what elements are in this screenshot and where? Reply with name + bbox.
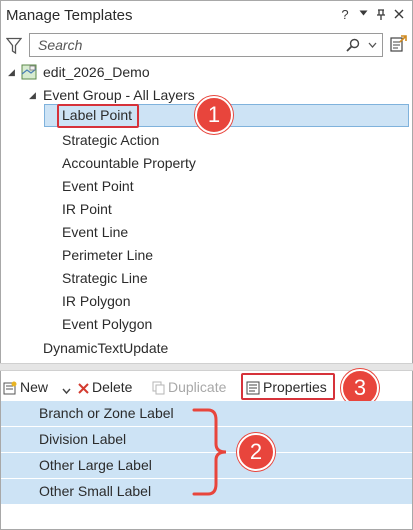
pane-menu-button[interactable] xyxy=(355,5,371,25)
close-button[interactable] xyxy=(391,5,407,25)
new-button-label: New xyxy=(20,379,49,395)
new-button[interactable]: New xyxy=(3,376,48,398)
search-box xyxy=(29,33,383,57)
template-options-icon[interactable] xyxy=(389,35,407,53)
template-item-event-point[interactable]: Event Point xyxy=(62,175,134,197)
delete-button-label: Delete xyxy=(92,379,133,395)
callout-badge-1: 1 xyxy=(195,96,233,134)
highlight-box-properties xyxy=(241,373,335,400)
tree-group-node[interactable]: Event Group - All Layers xyxy=(43,84,195,106)
template-item-ir-polygon[interactable]: IR Polygon xyxy=(62,290,130,312)
template-item-event-polygon[interactable]: Event Polygon xyxy=(62,313,152,335)
duplicate-button[interactable]: Duplicate xyxy=(152,376,226,398)
tree-map-node[interactable]: edit_2026_Demo xyxy=(43,61,150,83)
template-item-event-line[interactable]: Event Line xyxy=(62,221,128,243)
filter-icon[interactable] xyxy=(6,37,22,55)
callout-bracket xyxy=(192,408,227,496)
template-item-perimeter-line[interactable]: Perimeter Line xyxy=(62,244,153,266)
new-dropdown-button[interactable] xyxy=(62,382,71,400)
chevron-down-icon xyxy=(62,388,71,395)
tree-layer-dynamic-text-update[interactable]: DynamicTextUpdate xyxy=(43,337,168,359)
chevron-down-icon xyxy=(359,10,367,16)
template-item-strategic-line[interactable]: Strategic Line xyxy=(62,267,148,289)
pin-button[interactable] xyxy=(373,5,389,25)
pane-title: Manage Templates xyxy=(6,7,133,24)
duplicate-button-label: Duplicate xyxy=(168,379,227,395)
delete-icon xyxy=(78,383,89,394)
search-icon[interactable] xyxy=(346,38,360,52)
search-input[interactable] xyxy=(30,34,330,56)
highlight-box-label-point xyxy=(57,104,139,128)
delete-button[interactable]: Delete xyxy=(78,376,132,398)
pane-title-bar: Manage Templates ? xyxy=(0,0,413,32)
tree-collapse-icon[interactable]: ◢ xyxy=(8,67,15,78)
template-item-ir-point[interactable]: IR Point xyxy=(62,198,112,220)
new-template-icon xyxy=(3,381,17,395)
tree-collapse-icon[interactable]: ◢ xyxy=(29,90,36,101)
callout-badge-2: 2 xyxy=(237,433,275,471)
duplicate-icon xyxy=(152,381,165,395)
close-icon xyxy=(394,9,404,19)
help-button[interactable]: ? xyxy=(337,5,353,25)
search-options-chevron-icon[interactable] xyxy=(368,41,377,49)
template-item-accountable-property[interactable]: Accountable Property xyxy=(62,152,196,174)
map-icon xyxy=(21,64,37,80)
template-item-strategic-action[interactable]: Strategic Action xyxy=(62,129,159,151)
pin-icon xyxy=(377,9,385,20)
